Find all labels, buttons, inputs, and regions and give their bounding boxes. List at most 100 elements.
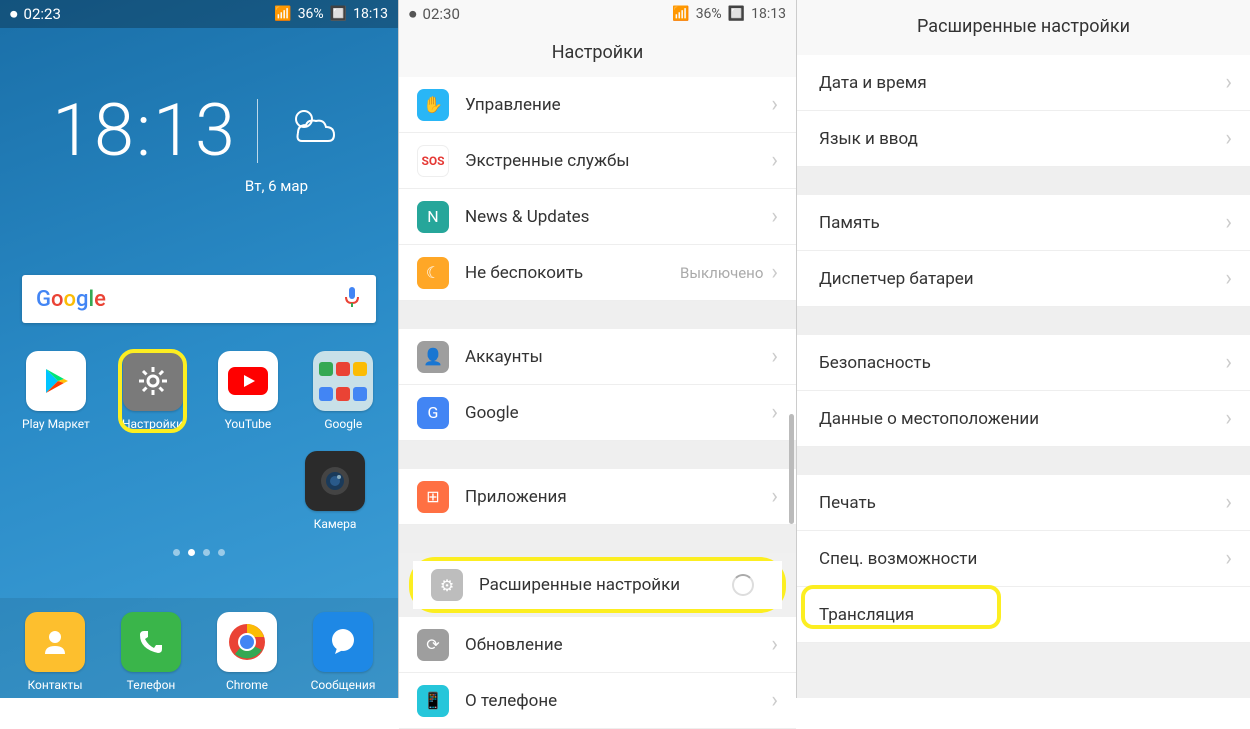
chevron-right-icon: › bbox=[1225, 406, 1232, 431]
chevron-right-icon: › bbox=[1225, 266, 1232, 291]
app-camera[interactable]: Камера bbox=[300, 451, 370, 531]
scrollbar[interactable] bbox=[789, 414, 794, 524]
battery-icon: 🔲 bbox=[728, 6, 745, 22]
app-play-market[interactable]: Play Маркет bbox=[22, 351, 90, 431]
battery-pct: 36% bbox=[696, 6, 722, 22]
home-screen-panel: ⏺ 02:23 📶 36% 🔲 18:13 18:13 Вт, 6 мар Go… bbox=[0, 0, 398, 698]
row-label: Google bbox=[465, 403, 771, 423]
section-gap bbox=[797, 447, 1250, 475]
app-settings-highlighted[interactable]: Настройки bbox=[120, 351, 185, 431]
chevron-right-icon: › bbox=[771, 148, 778, 173]
row-advanced[interactable]: ⚙ Расширенные настройки bbox=[413, 561, 782, 609]
app-label: Настройки bbox=[120, 417, 185, 431]
row-label: Печать bbox=[819, 493, 1225, 513]
signal-icon: 📶 bbox=[274, 6, 291, 22]
clock-date: Вт, 6 мар bbox=[0, 173, 398, 195]
row-label: Данные о местоположении bbox=[819, 409, 1225, 429]
rec-icon: ⏺ bbox=[409, 5, 417, 23]
row-label: Аккаунты bbox=[465, 347, 771, 367]
google-icon: G bbox=[417, 397, 449, 429]
rec-time: 02:30 bbox=[423, 5, 460, 23]
status-bar: ⏺ 02:23 📶 36% 🔲 18:13 bbox=[0, 0, 398, 28]
row-location[interactable]: Данные о местоположении › bbox=[797, 391, 1250, 447]
row-label: Обновление bbox=[465, 635, 771, 655]
dock-label: Телефон bbox=[118, 678, 184, 692]
row-accounts[interactable]: 👤 Аккаунты › bbox=[399, 329, 796, 385]
advanced-settings-panel: Расширенные настройки Дата и время › Язы… bbox=[797, 0, 1250, 698]
row-label: Память bbox=[819, 213, 1225, 233]
loading-spinner bbox=[732, 574, 754, 596]
app-label: Google bbox=[311, 417, 376, 431]
chevron-right-icon: › bbox=[771, 484, 778, 509]
rec-time: 02:23 bbox=[24, 5, 61, 23]
row-update[interactable]: ⟳ Обновление › bbox=[399, 617, 796, 673]
chevron-right-icon: › bbox=[771, 344, 778, 369]
hand-icon: ✋ bbox=[417, 89, 449, 121]
signal-icon: 📶 bbox=[672, 6, 689, 22]
app-youtube[interactable]: YouTube bbox=[215, 351, 280, 431]
row-label: О телефоне bbox=[465, 691, 771, 711]
row-label: Диспетчер батареи bbox=[819, 269, 1225, 289]
rec-icon: ⏺ bbox=[10, 5, 18, 23]
dock-label: Сообщения bbox=[310, 678, 376, 692]
dock-messages[interactable]: Сообщения bbox=[310, 612, 376, 698]
section-gap bbox=[797, 307, 1250, 335]
row-battery[interactable]: Диспетчер батареи › bbox=[797, 251, 1250, 307]
row-memory[interactable]: Память › bbox=[797, 195, 1250, 251]
page-title: Настройки bbox=[399, 28, 796, 77]
dock-contacts[interactable]: Контакты bbox=[22, 612, 88, 698]
dock-label: Контакты bbox=[22, 678, 88, 692]
row-apps[interactable]: ⊞ Приложения › bbox=[399, 469, 796, 525]
section-gap bbox=[399, 301, 796, 329]
section-gap bbox=[399, 441, 796, 469]
section-gap bbox=[399, 525, 796, 553]
camera-icon bbox=[305, 451, 365, 511]
chevron-right-icon: › bbox=[771, 92, 778, 117]
chevron-right-icon: › bbox=[1225, 350, 1232, 375]
chrome-icon bbox=[217, 612, 277, 672]
google-search-bar[interactable]: Google bbox=[22, 275, 376, 323]
page-indicator bbox=[0, 531, 398, 556]
row-label: Приложения bbox=[465, 487, 771, 507]
chevron-right-icon: › bbox=[1225, 126, 1232, 151]
messages-icon bbox=[313, 612, 373, 672]
app-google-folder[interactable]: Google bbox=[311, 351, 376, 431]
row-language[interactable]: Язык и ввод › bbox=[797, 111, 1250, 167]
row-management[interactable]: ✋ Управление › bbox=[399, 77, 796, 133]
row-dnd[interactable]: ☾ Не беспокоить Выключено › bbox=[399, 245, 796, 301]
row-advanced-highlighted: ⚙ Расширенные настройки bbox=[409, 557, 786, 613]
row-label: Расширенные настройки bbox=[479, 575, 732, 595]
row-google[interactable]: G Google › bbox=[399, 385, 796, 441]
google-logo: Google bbox=[36, 287, 106, 312]
row-accessibility[interactable]: Спец. возможности › bbox=[797, 531, 1250, 587]
dock-phone[interactable]: Телефон bbox=[118, 612, 184, 698]
chevron-right-icon: › bbox=[771, 688, 778, 713]
row-label: Безопасность bbox=[819, 353, 1225, 373]
row-about[interactable]: 📱 О телефоне › bbox=[399, 673, 796, 729]
status-bar: ⏺ 02:30 📶 36% 🔲 18:13 bbox=[399, 0, 796, 28]
row-security[interactable]: Безопасность › bbox=[797, 335, 1250, 391]
chevron-right-icon: › bbox=[771, 260, 778, 285]
dock-chrome[interactable]: Chrome bbox=[214, 612, 280, 698]
chevron-right-icon: › bbox=[771, 632, 778, 657]
gear-icon bbox=[123, 351, 183, 411]
battery-pct: 36% bbox=[298, 6, 324, 22]
status-time: 18:13 bbox=[353, 6, 388, 22]
dock: Контакты Телефон Chrome Сообщения bbox=[0, 598, 398, 698]
row-label: Экстренные службы bbox=[465, 151, 771, 171]
row-emergency[interactable]: SOS Экстренные службы › bbox=[399, 133, 796, 189]
mic-icon[interactable] bbox=[342, 285, 362, 313]
dock-label: Chrome bbox=[214, 678, 280, 692]
clock-widget[interactable]: 18:13 Вт, 6 мар bbox=[0, 28, 398, 195]
app-grid: Play Маркет Настройки YouTube Google bbox=[0, 323, 398, 431]
row-print[interactable]: Печать › bbox=[797, 475, 1250, 531]
app-label: Play Маркет bbox=[22, 417, 90, 431]
page-title: Расширенные настройки bbox=[797, 0, 1250, 55]
person-icon: 👤 bbox=[417, 341, 449, 373]
row-value: Выключено bbox=[680, 264, 763, 282]
row-datetime[interactable]: Дата и время › bbox=[797, 55, 1250, 111]
row-news[interactable]: N News & Updates › bbox=[399, 189, 796, 245]
app-label: YouTube bbox=[215, 417, 280, 431]
chevron-right-icon: › bbox=[1225, 546, 1232, 571]
phone-info-icon: 📱 bbox=[417, 685, 449, 717]
